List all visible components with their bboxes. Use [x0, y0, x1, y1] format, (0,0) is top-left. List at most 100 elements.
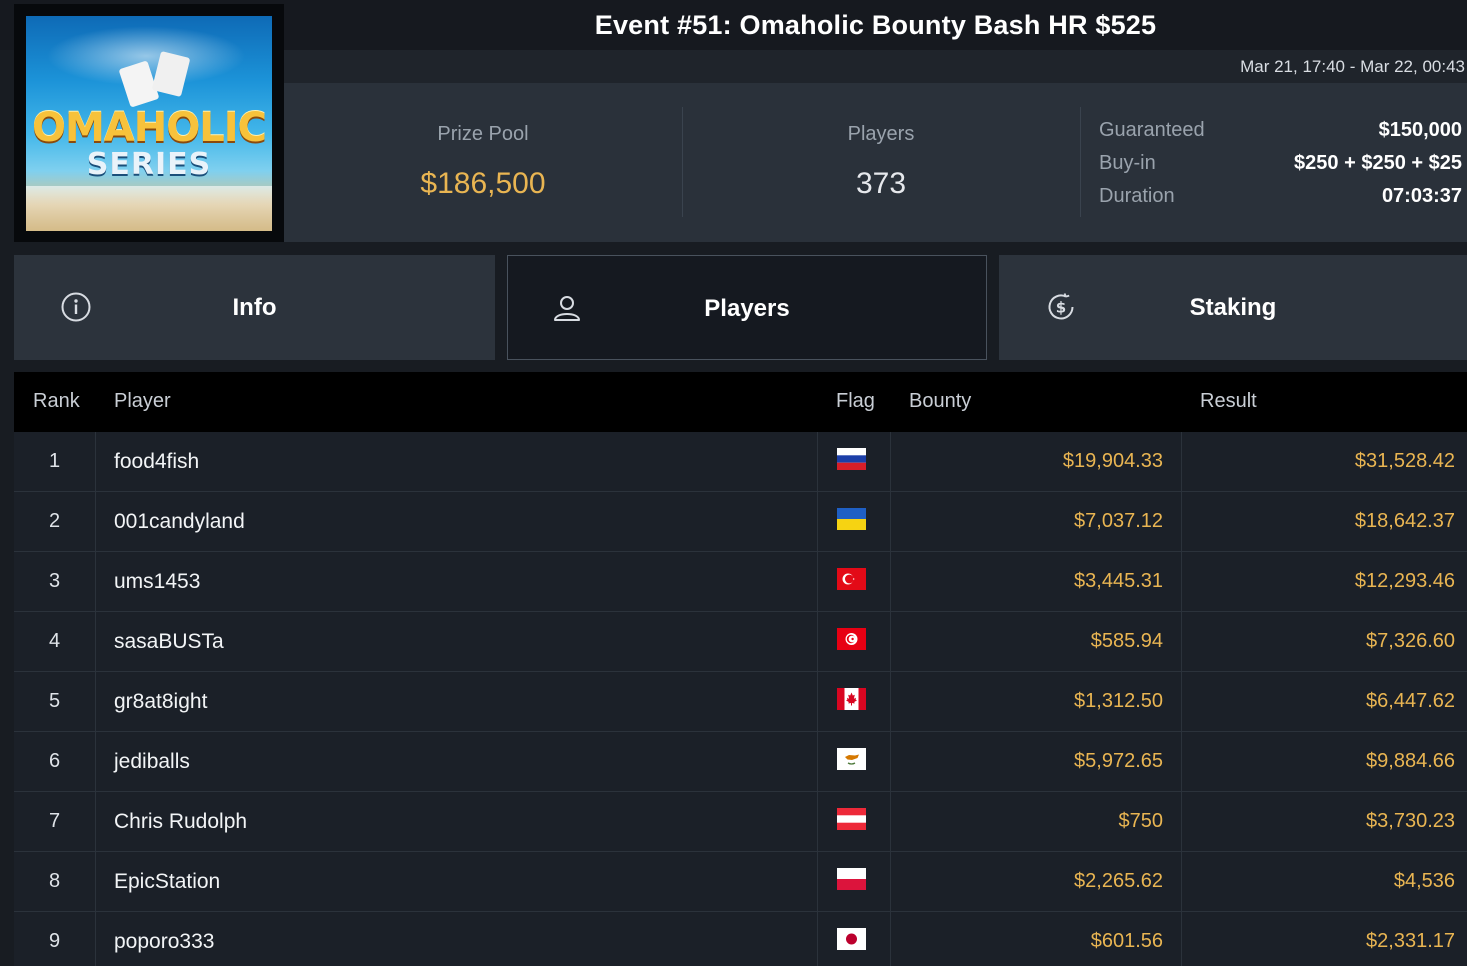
- logo-word-series: SERIES: [86, 147, 212, 182]
- rank-cell: 9: [14, 912, 96, 966]
- player-name[interactable]: food4fish: [96, 432, 818, 491]
- column-header-bounty[interactable]: Bounty: [909, 390, 971, 413]
- ukraine-flag-icon: [837, 508, 866, 530]
- result-value: $3,730.23: [1366, 810, 1455, 832]
- table-row[interactable]: 7 Chris Rudolph $750 $3,730.23: [14, 792, 1467, 852]
- bounty-value: $1,312.50: [891, 672, 1182, 731]
- bounty-value: $601.56: [891, 912, 1182, 966]
- table-row[interactable]: 8 EpicStation $2,265.62 $4,536: [14, 852, 1467, 912]
- result-value: $12,293.46: [1354, 570, 1455, 592]
- guaranteed-label: Guaranteed: [1099, 119, 1205, 141]
- tab-info[interactable]: Info: [14, 255, 495, 360]
- stats-panel: Prize Pool $186,500 Players 373 Guarante…: [284, 83, 1467, 242]
- duration-value: 07:03:37: [1381, 185, 1462, 207]
- tab-staking-label: Staking: [1189, 294, 1277, 321]
- prize-pool-label: Prize Pool: [437, 123, 529, 145]
- event-dates: Mar 21, 17:40 - Mar 22, 00:43: [1240, 57, 1465, 76]
- rank-cell: 5: [14, 672, 96, 731]
- result-value: $31,528.42: [1354, 450, 1455, 472]
- tunisia-flag-icon: [837, 628, 866, 650]
- japan-flag-icon: [837, 928, 866, 950]
- result-value: $6,447.62: [1366, 690, 1455, 712]
- bounty-value: $5,972.65: [891, 732, 1182, 791]
- playing-cards-icon: [118, 50, 196, 108]
- cyprus-flag-icon: [837, 748, 866, 770]
- player-name[interactable]: poporo333: [96, 912, 818, 966]
- flag-cell: [818, 612, 891, 671]
- rank-cell: 3: [14, 552, 96, 611]
- column-header-rank[interactable]: Rank: [33, 390, 80, 413]
- bounty-value: $2,265.62: [891, 852, 1182, 911]
- austria-flag-icon: [837, 808, 866, 830]
- result-value: $2,331.17: [1366, 930, 1455, 952]
- bounty-value: $585.94: [891, 612, 1182, 671]
- tab-players-label: Players: [704, 295, 790, 322]
- table-row[interactable]: 6 jediballs $5,972.65 $9,884.66: [14, 732, 1467, 792]
- canada-flag-icon: [837, 688, 866, 710]
- poland-flag-icon: [837, 868, 866, 890]
- russia-flag-icon: [837, 448, 866, 470]
- table-row[interactable]: 5 gr8at8ight $1,312.50 $6,447.62: [14, 672, 1467, 732]
- guaranteed-row: Guaranteed $150,000: [1099, 119, 1462, 152]
- flag-cell: [818, 792, 891, 851]
- player-name[interactable]: jediballs: [96, 732, 818, 791]
- result-value: $7,326.60: [1366, 630, 1455, 652]
- omaholic-series-logo-image: OMAHOLIC SERIES: [26, 16, 272, 231]
- players-label: Players: [847, 123, 915, 145]
- flag-cell: [818, 732, 891, 791]
- bounty-value: $750: [891, 792, 1182, 851]
- tab-players[interactable]: Players: [507, 255, 987, 360]
- result-value: $18,642.37: [1354, 510, 1455, 532]
- rank-cell: 7: [14, 792, 96, 851]
- tab-staking[interactable]: $ Staking: [999, 255, 1467, 360]
- stat-divider: [1080, 107, 1081, 217]
- rank-cell: 2: [14, 492, 96, 551]
- result-value: $4,536: [1393, 870, 1455, 892]
- date-bar: Mar 21, 17:40 - Mar 22, 00:43: [284, 50, 1467, 83]
- player-name[interactable]: sasaBUSTa: [96, 612, 818, 671]
- bounty-value: $7,037.12: [891, 492, 1182, 551]
- duration-row: Duration 07:03:37: [1099, 185, 1462, 218]
- flag-cell: [818, 912, 891, 966]
- tab-info-label: Info: [232, 294, 277, 321]
- event-title: Event #51: Omaholic Bounty Bash HR $525: [594, 10, 1157, 40]
- turkey-flag-icon: [837, 568, 866, 590]
- table-row[interactable]: 4 sasaBUSTa $585.94 $7,326.60: [14, 612, 1467, 672]
- rank-cell: 1: [14, 432, 96, 491]
- rank-cell: 8: [14, 852, 96, 911]
- buyin-row: Buy-in $250 + $250 + $25: [1099, 152, 1462, 185]
- player-name[interactable]: Chris Rudolph: [96, 792, 818, 851]
- flag-cell: [818, 852, 891, 911]
- players-table-body: 1 food4fish $19,904.33 $31,528.42 2 001c…: [14, 432, 1467, 966]
- players-table-header: Rank Player Flag Bounty Result: [14, 372, 1467, 432]
- player-name[interactable]: 001candyland: [96, 492, 818, 551]
- table-row[interactable]: 3 ums1453 $3,445.31 $12,293.46: [14, 552, 1467, 612]
- table-row[interactable]: 1 food4fish $19,904.33 $31,528.42: [14, 432, 1467, 492]
- buyin-value: $250 + $250 + $25: [1294, 152, 1462, 174]
- players-value: 373: [855, 167, 907, 200]
- bounty-value: $3,445.31: [891, 552, 1182, 611]
- flag-cell: [818, 492, 891, 551]
- tournament-details: Guaranteed $150,000 Buy-in $250 + $250 +…: [1099, 119, 1462, 218]
- player-name[interactable]: gr8at8ight: [96, 672, 818, 731]
- players-count-stat: Players 373: [682, 83, 1080, 242]
- guaranteed-value: $150,000: [1378, 119, 1462, 141]
- table-row[interactable]: 2 001candyland $7,037.12 $18,642.37: [14, 492, 1467, 552]
- flag-cell: [818, 672, 891, 731]
- rank-cell: 6: [14, 732, 96, 791]
- buyin-label: Buy-in: [1099, 152, 1156, 174]
- player-name[interactable]: EpicStation: [96, 852, 818, 911]
- column-header-result[interactable]: Result: [1200, 390, 1257, 413]
- duration-label: Duration: [1099, 185, 1175, 207]
- result-value: $9,884.66: [1366, 750, 1455, 772]
- bounty-value: $19,904.33: [891, 432, 1182, 491]
- column-header-player[interactable]: Player: [114, 390, 171, 413]
- rank-cell: 4: [14, 612, 96, 671]
- column-header-flag[interactable]: Flag: [836, 390, 875, 413]
- player-name[interactable]: ums1453: [96, 552, 818, 611]
- flag-cell: [818, 552, 891, 611]
- prize-pool-stat: Prize Pool $186,500: [284, 83, 682, 242]
- logo-word-omaholic: OMAHOLIC: [32, 105, 267, 151]
- prize-pool-value: $186,500: [420, 167, 546, 200]
- table-row[interactable]: 9 poporo333 $601.56 $2,331.17: [14, 912, 1467, 966]
